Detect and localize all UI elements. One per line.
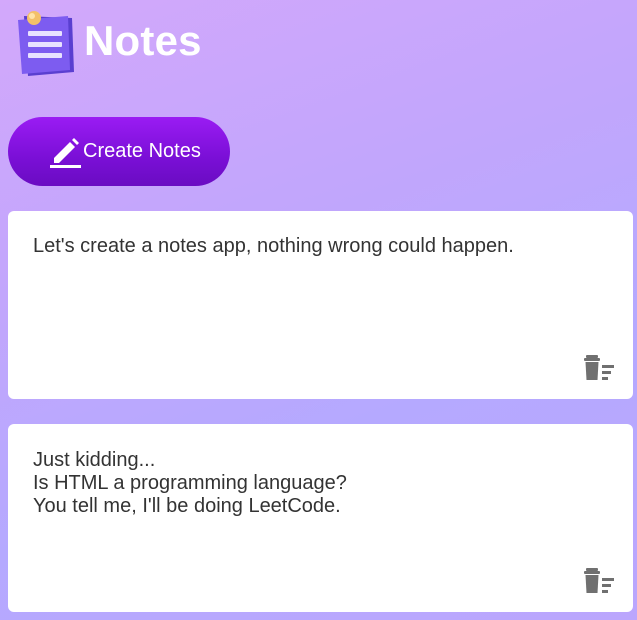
create-notes-button[interactable]: Create Notes <box>8 117 230 186</box>
note-card: Just kidding... Is HTML a programming la… <box>8 424 633 612</box>
note-card: Let's create a notes app, nothing wrong … <box>8 211 633 399</box>
trash-icon[interactable] <box>583 353 615 381</box>
pencil-icon <box>48 134 82 168</box>
notes-logo-icon <box>14 6 80 80</box>
app-header: Notes <box>14 6 202 80</box>
create-notes-label: Create Notes <box>83 140 201 162</box>
note-text[interactable]: Let's create a notes app, nothing wrong … <box>33 235 608 349</box>
page-title: Notes <box>84 17 202 64</box>
trash-icon[interactable] <box>583 566 615 594</box>
note-text[interactable]: Just kidding... Is HTML a programming la… <box>33 449 608 562</box>
